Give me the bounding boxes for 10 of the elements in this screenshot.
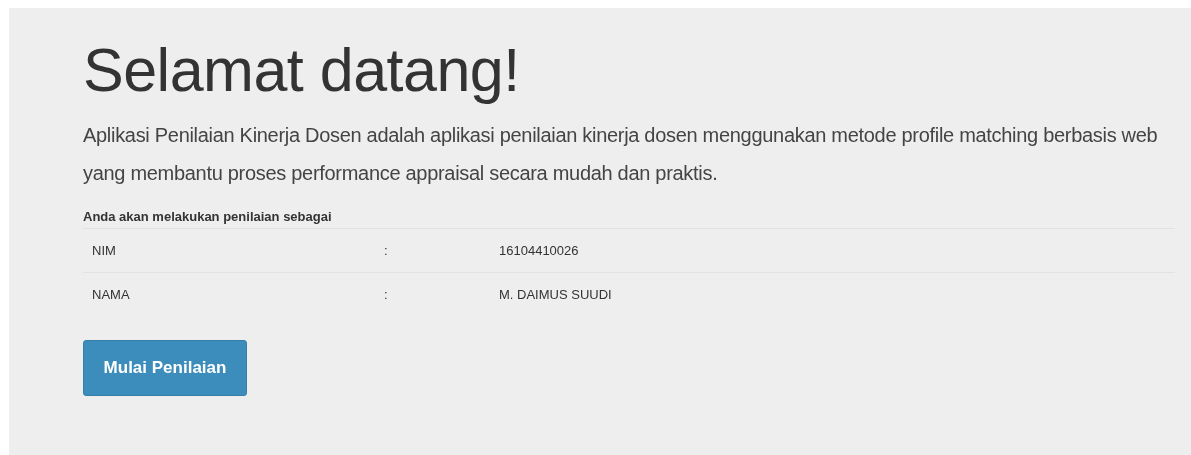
separator-colon: : xyxy=(384,287,388,302)
intro-paragraph: Aplikasi Penilaian Kinerja Dosen adalah aplikasi penilaian kinerja dosen menggunakan metode profile matching berbasis web yang membantu proses performance appraisal secara mudah dan praktis. xyxy=(83,123,1159,186)
field-label: NAMA xyxy=(92,287,130,302)
welcome-heading: Selamat datang! xyxy=(83,35,521,106)
field-value: M. DAIMUS SUUDI xyxy=(499,287,612,302)
separator-colon: : xyxy=(384,243,388,258)
field-value: 16104410026 xyxy=(499,243,579,258)
field-label: NIM xyxy=(92,243,116,258)
start-button[interactable]: Mulai Penilaian xyxy=(83,340,247,396)
table-caption: Anda akan melakukan penilaian sebagai xyxy=(83,209,333,224)
